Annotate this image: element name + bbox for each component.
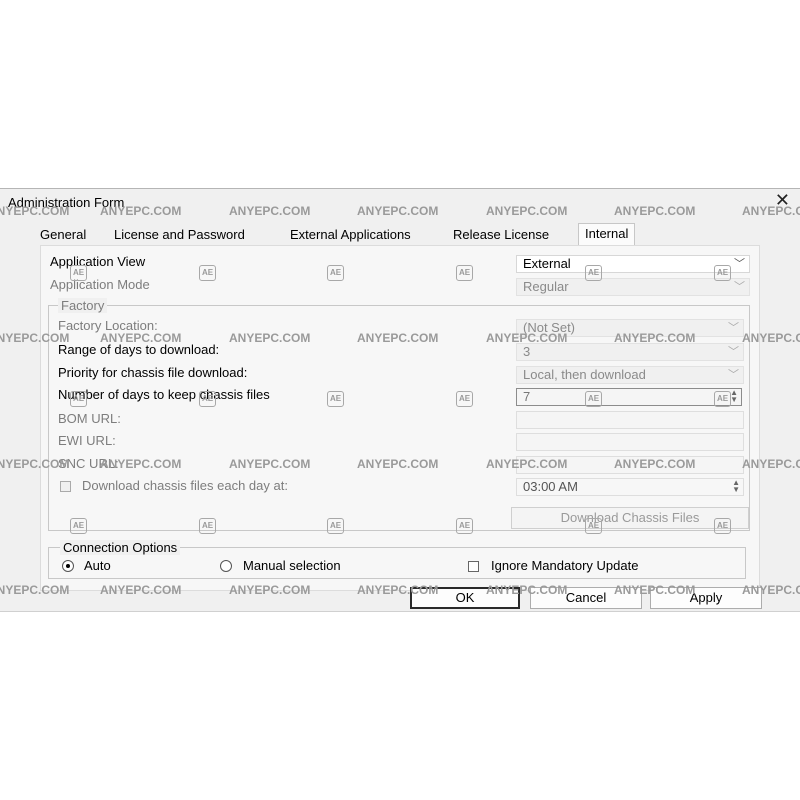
chevron-down-icon: ﹀ (734, 258, 745, 270)
tab-general[interactable]: General (34, 225, 92, 245)
factory-location-combo[interactable]: (Not Set) ﹀ (516, 319, 744, 337)
apply-button[interactable]: Apply (650, 587, 762, 609)
priority-label: Priority for chassis file download: (58, 365, 248, 380)
bom-url-input[interactable] (516, 411, 744, 429)
range-of-days-label: Range of days to download: (58, 342, 220, 357)
chevron-down-icon: ﹀ (728, 346, 739, 358)
download-daily-label: Download chassis files each day at: (82, 478, 288, 493)
download-time-picker[interactable]: 03:00 AM ▲ ▼ (516, 478, 744, 496)
manual-selection-label: Manual selection (243, 558, 341, 573)
window-title: Administration Form (8, 195, 125, 210)
factory-location-label: Factory Location: (58, 318, 158, 333)
snc-url-input[interactable] (516, 456, 744, 474)
ewi-url-input[interactable] (516, 433, 744, 451)
auto-radio[interactable] (62, 560, 74, 572)
range-of-days-combo[interactable]: 3 ﹀ (516, 343, 744, 361)
close-icon[interactable]: ✕ (775, 191, 790, 209)
ignore-update-label: Ignore Mandatory Update (491, 558, 639, 573)
days-to-keep-stepper[interactable]: 7 ▲ ▼ (516, 388, 742, 406)
connection-options-title: Connection Options (60, 540, 181, 555)
cancel-button[interactable]: Cancel (530, 587, 642, 609)
tab-release-license[interactable]: Release License (447, 225, 555, 245)
chevron-down-icon: ﹀ (728, 322, 739, 334)
priority-combo[interactable]: Local, then download ﹀ (516, 366, 744, 384)
spinner-arrows-icon[interactable]: ▲ ▼ (732, 479, 740, 494)
administration-form-window: Administration Form ✕ General License an… (0, 188, 800, 612)
download-chassis-files-button[interactable]: Download Chassis Files (511, 507, 749, 529)
snc-url-label: SNC URL: (58, 456, 119, 471)
tab-internal[interactable]: Internal (578, 223, 636, 247)
download-daily-checkbox[interactable] (60, 481, 71, 492)
application-view-label: Application View (50, 254, 146, 269)
ignore-update-checkbox[interactable] (468, 561, 479, 572)
application-view-combo[interactable]: External ﹀ (516, 255, 750, 273)
manual-selection-radio[interactable] (220, 560, 232, 572)
chevron-down-icon: ﹀ (734, 281, 745, 293)
spinner-arrows-icon[interactable]: ▲ ▼ (730, 389, 738, 404)
bom-url-label: BOM URL: (58, 411, 121, 426)
factory-group-title: Factory (58, 298, 108, 313)
auto-label: Auto (84, 558, 111, 573)
ok-button[interactable]: OK (410, 587, 520, 609)
application-mode-label: Application Mode (50, 277, 150, 292)
tab-external-applications[interactable]: External Applications (284, 225, 417, 245)
chevron-down-icon: ﹀ (728, 369, 739, 381)
days-to-keep-label: Number of days to keep chassis files (58, 387, 270, 402)
application-mode-combo[interactable]: Regular ﹀ (516, 278, 750, 296)
tab-license-and-password[interactable]: License and Password (108, 225, 251, 245)
ewi-url-label: EWI URL: (58, 433, 116, 448)
